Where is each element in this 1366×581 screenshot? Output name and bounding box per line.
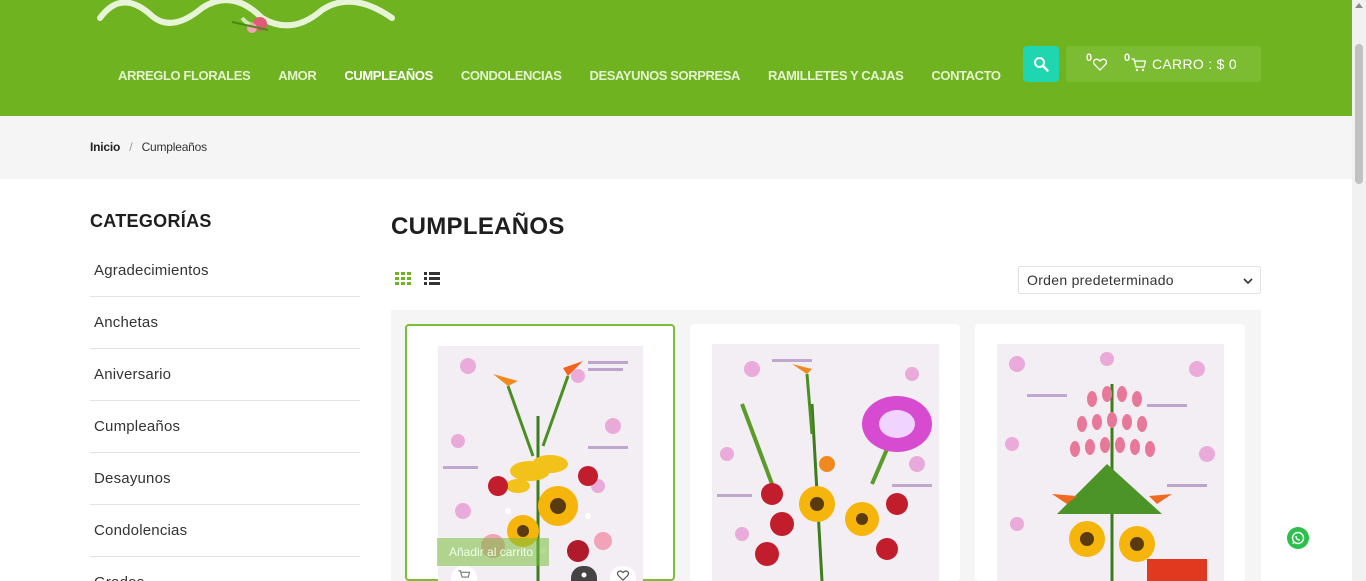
category-agradecimientos[interactable]: Agradecimientos [90,245,360,297]
category-list: Agradecimientos Anchetas Aniversario Cum… [90,245,360,581]
eye-icon [581,572,587,578]
whatsapp-button[interactable] [1287,527,1309,549]
wishlist-count: 0 [1086,52,1093,64]
heart-icon [1093,58,1107,71]
categories-title: CATEGORÍAS [90,211,212,231]
nav-contacto[interactable]: CONTACTO [917,68,1014,83]
category-condolencias[interactable]: Condolencias [90,505,360,557]
product-image[interactable] [997,344,1224,581]
scroll-up-arrow[interactable] [1355,3,1363,8]
nav-desayunos-sorpresa[interactable]: DESAYUNOS SORPRESA [576,68,755,83]
add-to-cart-button[interactable] [451,566,477,581]
search-button[interactable] [1023,46,1059,82]
wishlist-button[interactable]: 0 [1086,52,1112,74]
main-nav: ARREGLO FLORALES AMOR CUMPLEAÑOS CONDOLE… [104,68,1015,83]
category-aniversario[interactable]: Aniversario [90,349,360,401]
cart-count: 0 [1124,52,1131,64]
category-cumpleanos[interactable]: Cumpleaños [90,401,360,453]
logo[interactable] [92,0,402,38]
list-view-icon[interactable] [424,272,440,286]
cart-total[interactable]: CARRO : $ 0 [1152,56,1237,72]
page-title: CUMPLEAÑOS [391,213,565,240]
grid-view-icon[interactable] [395,272,411,286]
page: ARREGLO FLORALES AMOR CUMPLEAÑOS CONDOLE… [0,0,1366,581]
whatsapp-icon [1291,531,1305,545]
nav-ramilletes-y-cajas[interactable]: RAMILLETES Y CAJAS [754,68,917,83]
category-desayunos[interactable]: Desayunos [90,453,360,505]
nav-arreglo-florales[interactable]: ARREGLO FLORALES [104,68,264,83]
category-grados[interactable]: Grados [90,557,360,581]
product-card[interactable] [975,324,1245,581]
add-to-cart-overlay[interactable]: Añadir al carrito [437,538,549,566]
scrollbar[interactable] [1352,0,1366,581]
cart-icon [1131,58,1146,72]
nav-cumpleanos[interactable]: CUMPLEAÑOS [330,68,446,83]
breadcrumb-bar: Inicio / Cumpleaños [0,116,1352,179]
breadcrumb-current: Cumpleaños [141,140,208,154]
breadcrumb: Inicio / Cumpleaños [90,140,207,154]
chevron-down-icon [1243,278,1253,285]
nav-amor[interactable]: AMOR [264,68,330,83]
sort-select[interactable]: Orden predeterminado [1018,266,1261,294]
category-anchetas[interactable]: Anchetas [90,297,360,349]
nav-condolencias[interactable]: CONDOLENCIAS [447,68,576,83]
product-image[interactable] [712,344,939,581]
breadcrumb-home[interactable]: Inicio [90,140,120,154]
site-header: ARREGLO FLORALES AMOR CUMPLEAÑOS CONDOLE… [0,0,1352,116]
heart-icon [617,570,629,581]
cart-icon [458,570,470,578]
breadcrumb-separator: / [129,140,133,154]
product-card[interactable] [690,324,960,581]
wishlist-add-button[interactable] [610,566,636,581]
scrollbar-thumb[interactable] [1355,44,1363,184]
quick-view-button[interactable] [571,566,597,581]
sort-selected-value: Orden predeterminado [1027,272,1174,288]
cart-box: 0 0 CARRO : $ 0 [1066,46,1261,82]
search-icon [1034,57,1049,72]
cart-button[interactable]: 0 [1123,52,1149,74]
product-card[interactable]: Añadir al carrito [405,324,675,581]
